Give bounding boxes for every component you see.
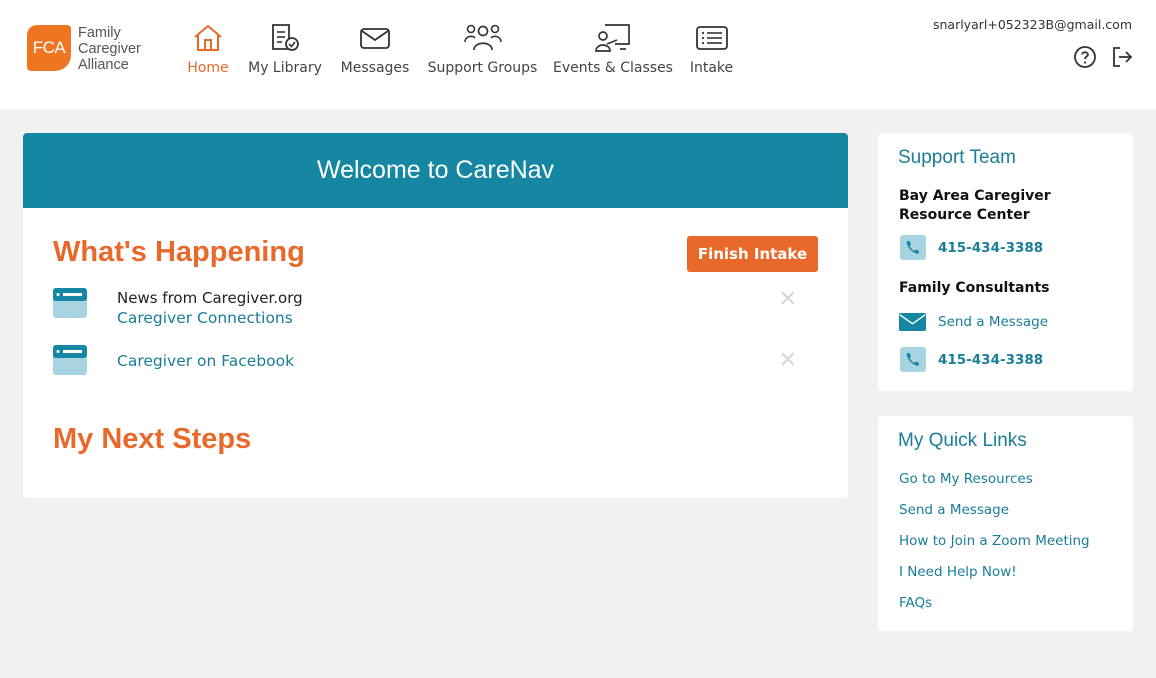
list-icon bbox=[695, 18, 729, 58]
top-header: FCA Family Caregiver Alliance Home My Li… bbox=[0, 0, 1156, 109]
phone-icon bbox=[899, 235, 926, 260]
send-message-link[interactable]: Send a Message bbox=[899, 309, 1048, 334]
org-phone-link[interactable]: 415-434-3388 bbox=[899, 235, 1043, 260]
next-steps-heading: My Next Steps bbox=[53, 423, 252, 455]
phone-icon bbox=[899, 347, 926, 372]
news-text: Caregiver on Facebook bbox=[117, 351, 294, 371]
home-icon bbox=[192, 18, 224, 58]
quick-links-title: My Quick Links bbox=[898, 430, 1027, 451]
news-link-caregiver-facebook[interactable]: Caregiver on Facebook bbox=[117, 351, 294, 371]
nav-my-library[interactable]: My Library bbox=[248, 18, 322, 76]
logout-icon[interactable] bbox=[1110, 45, 1134, 69]
nav-intake-label: Intake bbox=[689, 60, 734, 76]
logo-line-2: Caregiver bbox=[78, 41, 141, 57]
envelope-icon bbox=[359, 18, 391, 58]
family-consultants-heading: Family Consultants bbox=[899, 280, 1050, 296]
support-team-card: Support Team Bay Area Caregiver Resource… bbox=[878, 133, 1133, 391]
user-email: snarlyarl+052323B@gmail.com bbox=[932, 17, 1132, 32]
news-item: Caregiver on Facebook ✕ bbox=[53, 345, 813, 385]
news-link-caregiver-connections[interactable]: Caregiver Connections bbox=[117, 308, 303, 328]
support-team-title: Support Team bbox=[898, 147, 1016, 168]
browser-window-icon bbox=[53, 345, 87, 375]
nav-support-groups[interactable]: Support Groups bbox=[427, 18, 538, 76]
help-circle-icon[interactable] bbox=[1073, 45, 1097, 69]
close-icon[interactable]: ✕ bbox=[779, 289, 797, 311]
library-icon bbox=[269, 18, 301, 58]
logo-line-3: Alliance bbox=[78, 57, 129, 73]
envelope-icon bbox=[899, 309, 926, 334]
nav-support-groups-label: Support Groups bbox=[427, 60, 538, 76]
nav-intake[interactable]: Intake bbox=[690, 18, 733, 76]
nav-home[interactable]: Home bbox=[187, 18, 229, 76]
consultants-phone: 415-434-3388 bbox=[938, 351, 1044, 368]
close-icon[interactable]: ✕ bbox=[779, 350, 797, 372]
nav-messages-label: Messages bbox=[340, 60, 410, 76]
logo-line-1: Family bbox=[78, 25, 121, 41]
quick-link-zoom[interactable]: How to Join a Zoom Meeting bbox=[899, 533, 1090, 549]
nav-messages[interactable]: Messages bbox=[340, 18, 410, 76]
fca-logo[interactable]: FCA Family Caregiver Alliance bbox=[27, 25, 141, 73]
quick-link-send-message[interactable]: Send a Message bbox=[899, 502, 1009, 518]
news-item: News from Caregiver.org Caregiver Connec… bbox=[53, 288, 813, 328]
news-source: News from Caregiver.org bbox=[117, 289, 303, 307]
quick-link-faqs[interactable]: FAQs bbox=[899, 595, 932, 611]
browser-window-icon bbox=[53, 288, 87, 318]
quick-links-card: My Quick Links Go to My Resources Send a… bbox=[878, 416, 1133, 631]
group-icon bbox=[463, 18, 503, 58]
welcome-banner: Welcome to CareNav bbox=[23, 133, 848, 208]
org-phone: 415-434-3388 bbox=[938, 239, 1044, 256]
finish-intake-button[interactable]: Finish Intake bbox=[687, 236, 818, 272]
quick-link-help-now[interactable]: I Need Help Now! bbox=[899, 564, 1017, 580]
presentation-icon bbox=[593, 18, 633, 58]
nav-my-library-label: My Library bbox=[248, 60, 322, 76]
welcome-card: Welcome to CareNav What's Happening Fini… bbox=[23, 133, 848, 498]
send-message-label: Send a Message bbox=[938, 313, 1049, 330]
consultants-phone-link[interactable]: 415-434-3388 bbox=[899, 347, 1043, 372]
logo-mark: FCA bbox=[27, 25, 71, 71]
news-text: News from Caregiver.org Caregiver Connec… bbox=[117, 288, 303, 328]
whats-happening-heading: What's Happening bbox=[53, 236, 305, 268]
logo-text: Family Caregiver Alliance bbox=[78, 25, 141, 73]
nav-events-classes-label: Events & Classes bbox=[553, 60, 673, 76]
nav-home-label: Home bbox=[187, 60, 229, 76]
org-name: Bay Area Caregiver Resource Center bbox=[899, 188, 1051, 223]
nav-events-classes[interactable]: Events & Classes bbox=[553, 18, 673, 76]
quick-link-resources[interactable]: Go to My Resources bbox=[899, 471, 1033, 487]
